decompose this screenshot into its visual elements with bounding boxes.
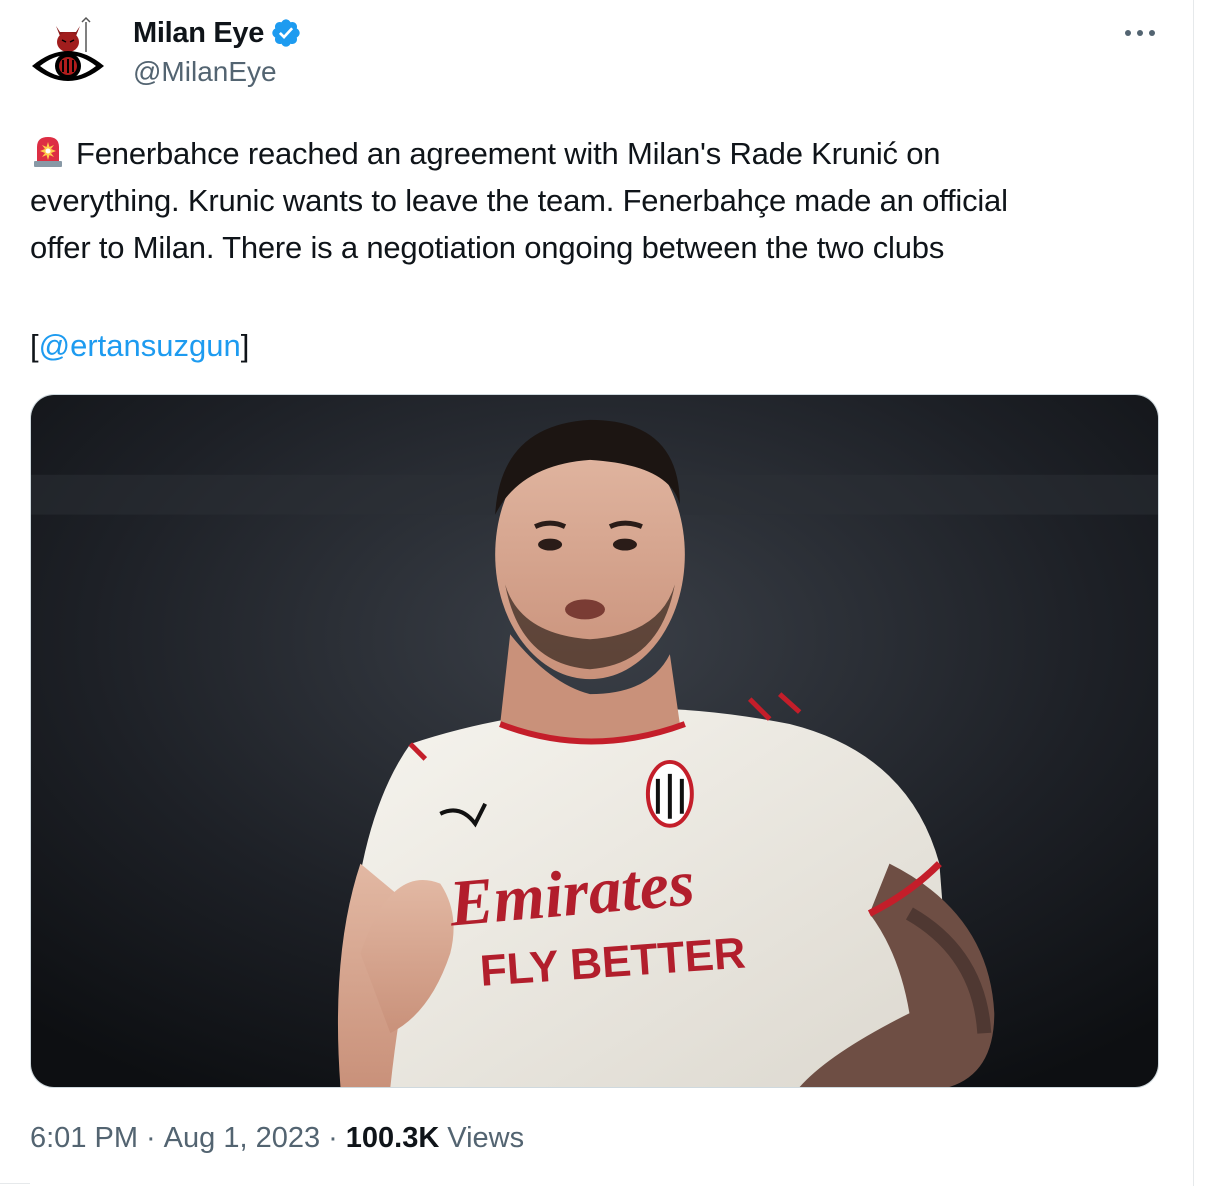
tweet-text-line-2: everything. Krunic wants to leave the te…: [30, 183, 1008, 218]
tweet-card: Milan Eye @MilanEye Fenerbahce reached a…: [0, 0, 1194, 1186]
player-photo: Emirates FLY BETTER: [31, 395, 1158, 1087]
tweet-text-line: Fenerbahce reached an agreement with Mil…: [30, 130, 1170, 177]
tweet-text: Fenerbahce reached an agreement with Mil…: [30, 130, 1170, 271]
tweet-date[interactable]: Aug 1, 2023: [164, 1122, 320, 1155]
separator: ·: [328, 1122, 338, 1154]
divider: [0, 1183, 30, 1184]
credit-close-bracket: ]: [240, 328, 250, 363]
more-options-icon: [1125, 30, 1155, 36]
separator: ·: [146, 1122, 156, 1154]
views-count: 100.3K: [345, 1122, 440, 1154]
views-label: Views: [447, 1122, 525, 1154]
tweet-text-line-1: Fenerbahce reached an agreement with Mil…: [76, 136, 941, 171]
credit-open-bracket: [: [30, 328, 39, 363]
devil-eye-logo-icon: [32, 16, 104, 81]
tweet-time[interactable]: 6:01 PM: [30, 1122, 138, 1155]
author-handle[interactable]: @MilanEye: [133, 56, 277, 88]
column-divider: [1193, 0, 1194, 1186]
tweet-metadata: 6:01 PM · Aug 1, 2023 · 100.3K Views: [30, 1122, 524, 1155]
tweet-photo[interactable]: Emirates FLY BETTER: [30, 394, 1159, 1088]
display-name[interactable]: Milan Eye: [133, 17, 264, 50]
author-name-row: Milan Eye: [133, 16, 302, 50]
verified-badge-icon: [270, 17, 302, 49]
tweet-text-line-3: offer to Milan. There is a negotiation o…: [30, 230, 945, 265]
source-credit: [@ertansuzgun]: [30, 322, 249, 369]
avatar[interactable]: [26, 12, 110, 96]
police-siren-icon: [30, 133, 66, 169]
mention-link[interactable]: @ertansuzgun: [39, 328, 241, 363]
more-options-button[interactable]: [1120, 18, 1160, 48]
